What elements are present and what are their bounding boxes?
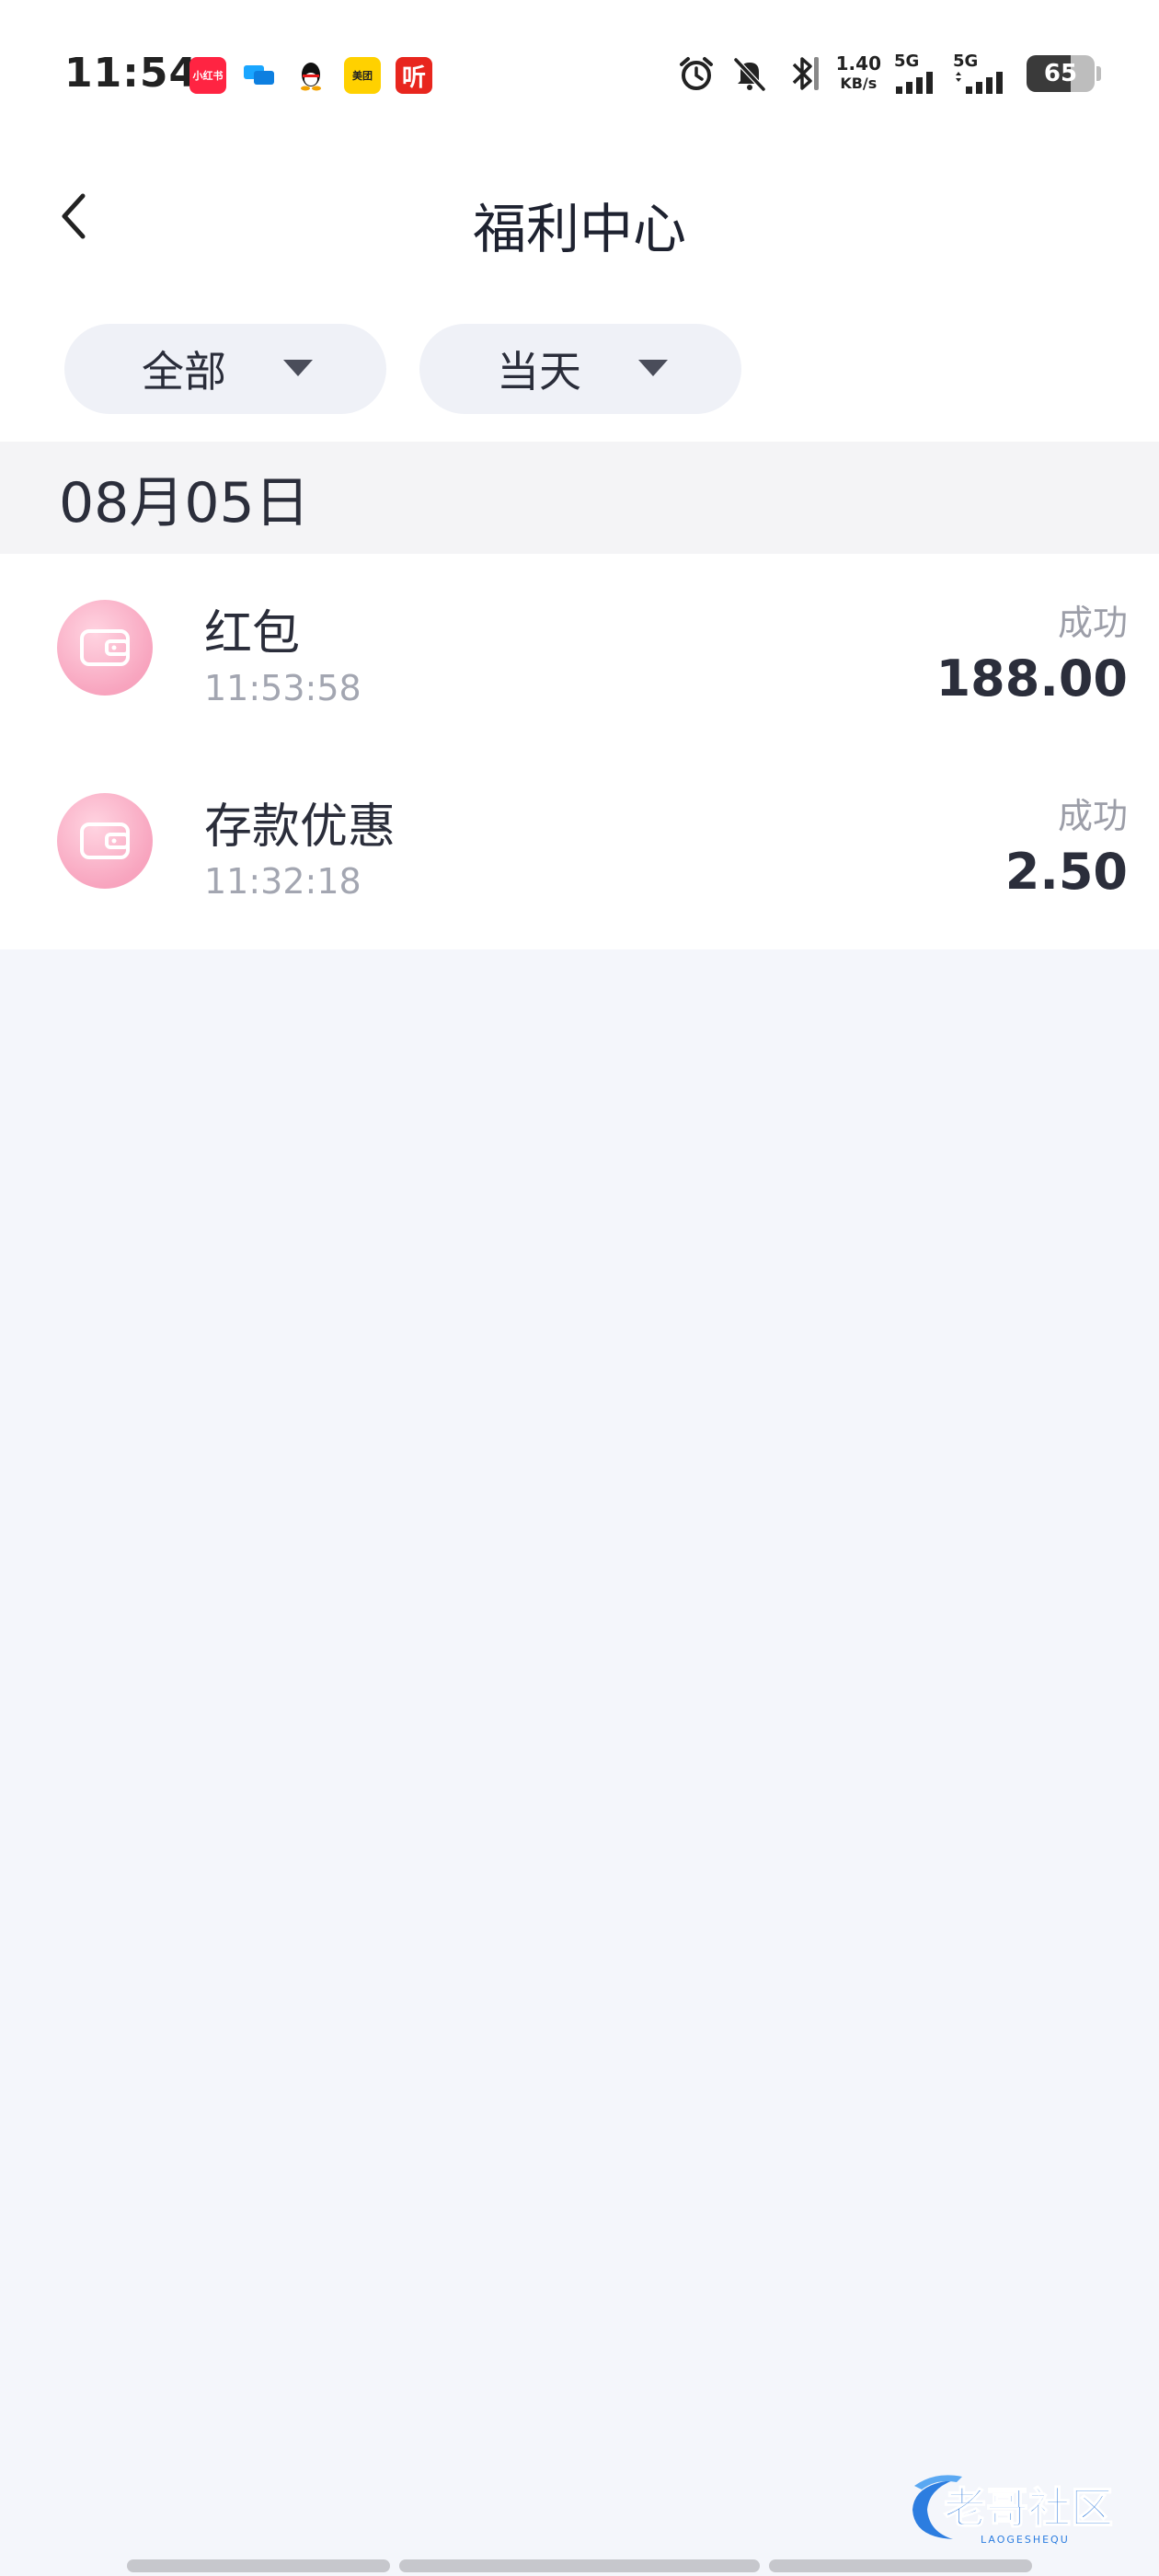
system-icons: 1.40 KB/s 5G 5G 65	[676, 53, 1101, 94]
date-range-filter-label: 当天	[497, 347, 581, 397]
nav-segment[interactable]	[399, 2559, 760, 2572]
record-name: 红包	[204, 606, 301, 661]
wallet-icon	[57, 600, 153, 696]
status-time: 11:54	[64, 50, 199, 97]
network-speed-unit: KB/s	[840, 75, 878, 92]
page-title: 福利中心	[472, 198, 686, 260]
record-amount: 2.50	[1004, 843, 1128, 901]
qq-icon	[293, 57, 329, 94]
notification-icons: 小红书 美团 听	[189, 57, 432, 94]
type-filter-dropdown[interactable]: 全部	[64, 324, 386, 414]
mute-bell-icon	[729, 53, 770, 94]
signal-1: 5G	[894, 53, 940, 94]
record-name: 存款优惠	[204, 799, 396, 855]
list-item[interactable]: 红包 11:53:58 成功 188.00	[0, 554, 1159, 747]
watermark-subtext: LAOGESHEQU	[981, 2534, 1070, 2546]
wallet-icon	[57, 793, 153, 889]
watermark-text: 老哥社区	[944, 2483, 1113, 2533]
caret-down-icon	[283, 360, 313, 376]
date-range-filter-dropdown[interactable]: 当天	[419, 324, 741, 414]
signal-2: 5G	[953, 53, 1014, 94]
signal-bars-icon	[896, 72, 933, 94]
type-filter-label: 全部	[142, 347, 226, 397]
network-speed: 1.40 KB/s	[836, 53, 881, 94]
record-time: 11:32:18	[204, 861, 361, 902]
alarm-icon	[676, 53, 717, 94]
signal-bars-icon	[956, 72, 1003, 94]
signal-1-label: 5G	[894, 52, 920, 71]
battery-level: 65	[1043, 60, 1078, 87]
ting-icon: 听	[396, 57, 432, 94]
messages-icon	[241, 57, 278, 94]
record-status: 成功	[1057, 603, 1128, 643]
meituan-icon: 美团	[344, 57, 381, 94]
bluetooth-icon	[783, 53, 823, 94]
date-group-header: 08月05日	[0, 442, 1159, 554]
record-list: 红包 11:53:58 成功 188.00 存款优惠 11:32:18 成功 2…	[0, 554, 1159, 949]
signal-2-label: 5G	[953, 52, 979, 71]
filter-bar: 全部 当天	[0, 294, 1159, 442]
status-bar: 11:54 小红书 美团 听 1.40 KB/s 5G 5G 65	[0, 0, 1159, 138]
record-status: 成功	[1057, 796, 1128, 836]
network-speed-value: 1.40	[835, 52, 881, 75]
nav-segment	[127, 2559, 390, 2572]
gesture-navigation-bar	[0, 2559, 1159, 2576]
caret-down-icon	[638, 360, 668, 376]
battery-icon: 65	[1027, 55, 1101, 92]
record-amount: 188.00	[935, 650, 1128, 707]
record-time: 11:53:58	[204, 668, 361, 708]
nav-segment	[769, 2559, 1032, 2572]
xiaohongshu-icon: 小红书	[189, 57, 226, 94]
list-item[interactable]: 存款优惠 11:32:18 成功 2.50	[0, 747, 1159, 949]
header: 福利中心	[0, 138, 1159, 294]
watermark-logo: 老哥社区 LAOGESHEQU	[912, 2475, 1114, 2546]
